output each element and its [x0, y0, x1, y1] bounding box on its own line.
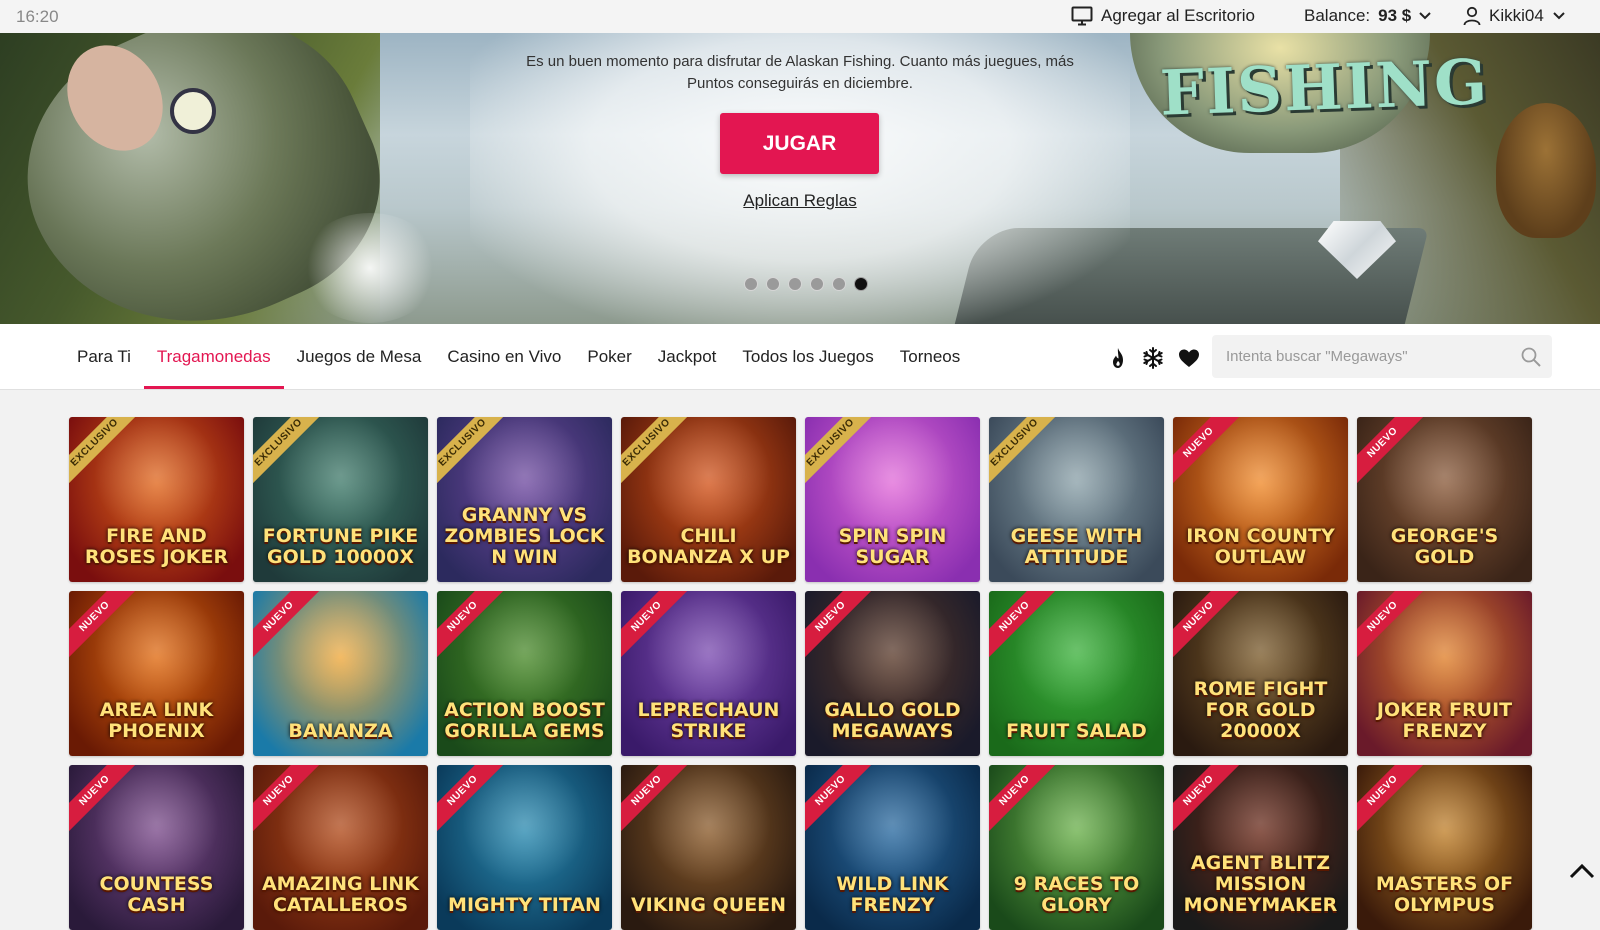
game-title: Mighty Titan	[448, 894, 601, 916]
user-menu[interactable]: Kikki04	[1463, 6, 1566, 26]
top-bar: 16:20 Agregar al Escritorio Balance: 93 …	[0, 0, 1600, 34]
game-card[interactable]: Action Boost Gorilla Gems NUEVO	[437, 591, 612, 756]
game-card[interactable]: Gallo Gold Megaways NUEVO	[805, 591, 980, 756]
games-grid: Fire and Roses Joker EXCLUSIVO Fortune Pik…	[69, 417, 1532, 930]
game-card[interactable]: George's Gold NUEVO	[1357, 417, 1532, 582]
game-card[interactable]: Granny vs Zombies Lock n Win EXCLUSIVO	[437, 417, 612, 582]
game-card[interactable]: Mighty Titan NUEVO	[437, 765, 612, 930]
tab-tragamonedas[interactable]: Tragamonedas	[143, 324, 284, 389]
hero-bear-image	[1496, 103, 1596, 238]
game-title: Geese with Attitude	[1010, 525, 1143, 568]
game-card[interactable]: Area Link Phoenix NUEVO	[69, 591, 244, 756]
add-to-desktop-button[interactable]: Agregar al Escritorio	[1071, 6, 1255, 26]
add-to-desktop-label: Agregar al Escritorio	[1101, 6, 1256, 25]
username: Kikki04	[1489, 6, 1544, 25]
scroll-to-top-icon[interactable]	[1567, 857, 1597, 887]
carousel-dot[interactable]	[832, 277, 846, 291]
snowflake-icon[interactable]	[1141, 346, 1165, 370]
game-card[interactable]: Countess Cash NUEVO	[69, 765, 244, 930]
search-input[interactable]	[1212, 335, 1516, 378]
game-title: Gallo Gold Megaways	[824, 699, 961, 742]
game-title: 9 Races to Glory	[1013, 873, 1140, 916]
game-logo-text: FISHING	[1158, 45, 1491, 130]
category-nav: Para Ti Tragamonedas Juegos de Mesa Casino …	[0, 324, 1600, 390]
tab-para-ti[interactable]: Para Ti	[64, 324, 144, 389]
game-title: Action Boost Gorilla Gems	[444, 699, 605, 742]
tab-poker[interactable]: Poker	[574, 324, 644, 389]
carousel-dot[interactable]	[788, 277, 802, 291]
carousel-dots	[744, 277, 868, 291]
game-title: Granny vs Zombies Lock n Win	[444, 504, 605, 568]
tab-juegos-de-mesa[interactable]: Juegos de Mesa	[284, 324, 435, 389]
rules-link[interactable]: Aplican Reglas	[700, 191, 900, 211]
balance-value: 93 $	[1378, 6, 1412, 25]
search-icon[interactable]	[1520, 346, 1542, 368]
search-box	[1212, 335, 1552, 378]
carousel-dot[interactable]	[810, 277, 824, 291]
tab-casino-en-vivo[interactable]: Casino en Vivo	[434, 324, 574, 389]
game-card[interactable]: Spin Spin Sugar EXCLUSIVO	[805, 417, 980, 582]
play-button[interactable]: JUGAR	[720, 113, 879, 174]
game-title: Spin Spin Sugar	[838, 525, 947, 568]
hero-splash	[300, 213, 440, 323]
game-card[interactable]: Viking Queen NUEVO	[621, 765, 796, 930]
game-title: George's Gold	[1390, 525, 1499, 568]
game-title: Chili Bonanza X Up	[627, 525, 790, 568]
game-title: Bananza	[288, 720, 393, 742]
game-card[interactable]: 9 Races to Glory NUEVO	[989, 765, 1164, 930]
game-title: Agent Blitz Mission Moneymaker	[1183, 852, 1338, 916]
game-card[interactable]: Chili Bonanza X Up EXCLUSIVO	[621, 417, 796, 582]
game-title: Amazing Link Catalleros	[261, 873, 420, 916]
game-card[interactable]: Masters of Olympus NUEVO	[1357, 765, 1532, 930]
balance-label: Balance:	[1304, 6, 1371, 25]
game-title: Rome Fight for Gold 20000X	[1193, 678, 1328, 742]
game-title: Masters of Olympus	[1375, 873, 1514, 916]
game-title: Fire and Roses Joker	[84, 525, 229, 568]
game-card[interactable]: Joker Fruit Frenzy NUEVO	[1357, 591, 1532, 756]
game-card[interactable]: Rome Fight for Gold 20000X NUEVO	[1173, 591, 1348, 756]
game-card[interactable]: Agent Blitz Mission Moneymaker NUEVO	[1173, 765, 1348, 930]
carousel-dot[interactable]	[744, 277, 758, 291]
game-title: Iron County Outlaw	[1186, 525, 1335, 568]
carousel-dot[interactable]	[766, 277, 780, 291]
clock: 16:20	[16, 7, 59, 26]
balance-dropdown[interactable]: Balance: 93 $	[1304, 6, 1431, 26]
tab-torneos[interactable]: Torneos	[887, 324, 973, 389]
fire-icon[interactable]	[1106, 346, 1130, 370]
chevron-down-icon	[1419, 12, 1431, 20]
heart-icon[interactable]	[1177, 346, 1201, 370]
user-icon	[1463, 6, 1481, 26]
game-title: Fruit Salad	[1006, 720, 1147, 742]
game-title: Area Link Phoenix	[99, 699, 214, 742]
game-title: Viking Queen	[630, 894, 787, 916]
game-card[interactable]: Leprechaun Strike NUEVO	[621, 591, 796, 756]
game-card[interactable]: Bananza NUEVO	[253, 591, 428, 756]
promo-text: Es un buen momento para disfrutar de Ala…	[526, 53, 1074, 92]
game-card[interactable]: Iron County Outlaw NUEVO	[1173, 417, 1348, 582]
chevron-down-icon	[1553, 12, 1565, 20]
game-card[interactable]: Amazing Link Catalleros NUEVO	[253, 765, 428, 930]
game-title: Joker Fruit Frenzy	[1376, 699, 1513, 742]
monitor-icon	[1071, 6, 1093, 26]
game-card[interactable]: Wild Link Frenzy NUEVO	[805, 765, 980, 930]
game-title: Countess Cash	[99, 873, 214, 916]
carousel-dot[interactable]	[854, 277, 868, 291]
tab-todos-los-juegos[interactable]: Todos los Juegos	[729, 324, 886, 389]
tab-jackpot[interactable]: Jackpot	[645, 324, 730, 389]
game-card[interactable]: Fire and Roses Joker EXCLUSIVO	[69, 417, 244, 582]
hero-fish-eye	[170, 88, 216, 134]
game-card[interactable]: Fortune Pike Gold 10000X EXCLUSIVO	[253, 417, 428, 582]
game-title: Fortune Pike Gold 10000X	[262, 525, 419, 568]
category-tabs: Para Ti Tragamonedas Juegos de Mesa Casino …	[64, 324, 973, 389]
game-card[interactable]: Fruit Salad NUEVO	[989, 591, 1164, 756]
game-title: Wild Link Frenzy	[836, 873, 949, 916]
game-title: Leprechaun Strike	[637, 699, 780, 742]
game-card[interactable]: Geese with Attitude EXCLUSIVO	[989, 417, 1164, 582]
